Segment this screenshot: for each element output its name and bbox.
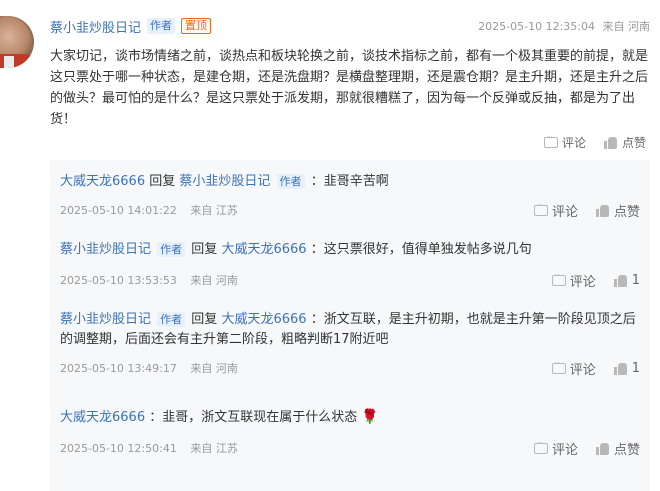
reply-actions: 评论 点赞	[533, 201, 640, 220]
post-meta: 2025-05-10 12:35:04 来自 河南	[474, 18, 650, 34]
reply-timestamp: 2025-05-10 13:53:53	[60, 274, 177, 287]
reply-location: 来自 江苏	[190, 204, 238, 217]
reply-timestamp: 2025-05-10 14:01:22	[60, 204, 177, 217]
comment-button[interactable]: 评论	[533, 201, 578, 220]
author-badge: 作者	[147, 18, 176, 34]
reply-meta: 2025-05-10 13:53:53 来自 河南	[60, 272, 248, 288]
like-button[interactable]: 点赞	[595, 201, 640, 220]
comment-icon	[533, 201, 548, 216]
reply-location: 来自 河南	[190, 362, 238, 375]
like-label: 点赞	[621, 136, 646, 150]
reply-text: 蔡小韭炒股日记 作者 回复 大威天龙6666 ：这只票很好，值得单独发帖多说几句	[60, 240, 640, 260]
pinned-badge: 置顶	[181, 18, 212, 34]
reply-content: ：韭哥，浙文互联现在属于什么状态	[149, 410, 358, 425]
reply-text: 大威天龙6666 回复 蔡小韭炒股日记 作者 ：韭哥辛苦啊	[60, 172, 640, 192]
comment-icon	[543, 133, 558, 148]
reply-meta: 2025-05-10 14:01:22 来自 江苏	[60, 202, 248, 218]
reply-content: ：韭哥辛苦啊	[310, 174, 389, 189]
post-location: 来自 河南	[602, 20, 651, 33]
post-header: 蔡小韭炒股日记 作者 置顶	[50, 16, 212, 36]
reply-text: 大威天龙6666 ：韭哥，浙文互联现在属于什么状态 🌹	[60, 407, 640, 428]
reply-location: 来自 河南	[190, 274, 238, 287]
reply-text: 蔡小韭炒股日记 作者 回复 大威天龙6666 ：浙文互联，是主升初期，也就是主升…	[60, 310, 640, 350]
reply-target[interactable]: 大威天龙6666	[221, 242, 306, 257]
main-post: 蔡小韭炒股日记 作者 置顶 2025-05-10 12:35:04 来自 河南 …	[0, 0, 660, 160]
reply-target[interactable]: 大威天龙6666	[221, 312, 306, 327]
reply-item: 蔡小韭炒股日记 作者 回复 大威天龙6666 ：浙文互联，是主升初期，也就是主升…	[50, 300, 650, 395]
reply-location: 来自 江苏	[190, 442, 238, 455]
like-button[interactable]: 1	[613, 361, 640, 376]
post-author-name[interactable]: 蔡小韭炒股日记	[50, 17, 141, 36]
comment-label: 评论	[551, 443, 578, 458]
author-badge: 作者	[157, 312, 186, 327]
rose-emoji: 🌹	[361, 409, 379, 425]
reply-timestamp: 2025-05-10 12:50:41	[60, 442, 177, 455]
reply-actions: 评论 1	[551, 271, 640, 290]
reply-timestamp: 2025-05-10 13:49:17	[60, 362, 177, 375]
comment-icon	[551, 359, 566, 374]
reply-content: ：这只票很好，值得单独发帖多说几句	[310, 242, 532, 257]
post-body: 大家切记，谈市场情绪之前，谈热点和板块轮换之前，谈技术指标之前，都有一个极其重要…	[50, 49, 649, 127]
like-icon	[603, 136, 618, 149]
like-button[interactable]: 点赞	[603, 134, 646, 151]
like-label: 点赞	[613, 443, 640, 458]
like-button[interactable]: 1	[613, 273, 640, 288]
comment-button[interactable]: 评论	[551, 359, 596, 378]
reply-item: 大威天龙6666 ：韭哥，浙文互联现在属于什么状态 🌹 2025-05-10 1…	[50, 395, 650, 491]
reply-item: 蔡小韭炒股日记 作者 回复 大威天龙6666 ：这只票很好，值得单独发帖多说几句…	[50, 230, 650, 300]
like-count: 1	[631, 273, 640, 288]
like-icon	[595, 204, 610, 217]
like-label: 点赞	[613, 205, 640, 220]
author-badge: 作者	[157, 242, 186, 257]
comment-label: 评论	[561, 136, 586, 150]
comment-icon	[533, 439, 548, 454]
comment-label: 评论	[569, 275, 596, 290]
post-timestamp: 2025-05-10 12:35:04	[478, 20, 595, 33]
like-button[interactable]: 点赞	[595, 439, 640, 458]
reply-author[interactable]: 蔡小韭炒股日记	[60, 242, 151, 257]
reply-author[interactable]: 蔡小韭炒股日记	[60, 312, 151, 327]
comment-label: 评论	[569, 363, 596, 378]
like-icon	[595, 442, 610, 455]
avatar[interactable]	[0, 16, 34, 68]
reply-actions: 评论 1	[551, 359, 640, 378]
author-badge: 作者	[276, 174, 305, 189]
reply-panel: 大威天龙6666 回复 蔡小韭炒股日记 作者 ：韭哥辛苦啊 2025-05-10…	[50, 160, 650, 491]
like-count: 1	[631, 361, 640, 376]
reply-target[interactable]: 蔡小韭炒股日记	[179, 174, 270, 189]
reply-actions: 评论 点赞	[533, 439, 640, 458]
reply-word: 回复	[149, 174, 176, 189]
comment-button[interactable]: 评论	[533, 439, 578, 458]
comment-button[interactable]: 评论	[543, 133, 586, 151]
reply-item: 大威天龙6666 回复 蔡小韭炒股日记 作者 ：韭哥辛苦啊 2025-05-10…	[50, 160, 650, 230]
comment-button[interactable]: 评论	[551, 271, 596, 290]
comment-icon	[551, 271, 566, 286]
reply-meta: 2025-05-10 13:49:17 来自 河南	[60, 360, 248, 376]
comment-label: 评论	[551, 205, 578, 220]
reply-meta: 2025-05-10 12:50:41 来自 江苏	[60, 440, 248, 456]
reply-word: 回复	[191, 312, 218, 327]
like-icon	[613, 362, 628, 375]
reply-author[interactable]: 大威天龙6666	[60, 174, 145, 189]
like-icon	[613, 274, 628, 287]
reply-author[interactable]: 大威天龙6666	[60, 410, 145, 425]
reply-word: 回复	[191, 242, 218, 257]
post-actions: 评论 点赞	[543, 133, 646, 151]
